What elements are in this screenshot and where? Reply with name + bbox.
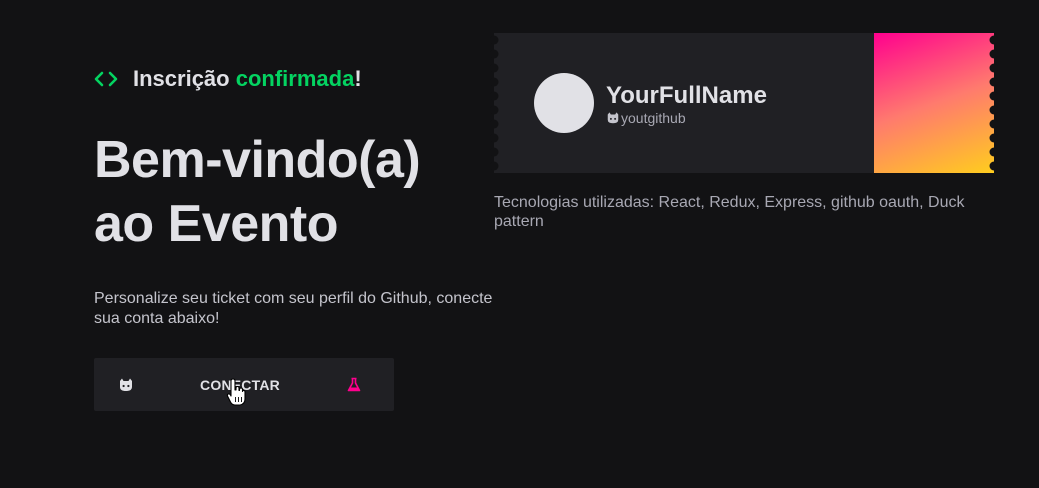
ticket-full-name: YourFullName [606, 82, 767, 109]
ticket: YourFullName youtgithub [489, 33, 999, 173]
flask-icon [346, 377, 362, 393]
ticket-username: youtgithub [606, 110, 686, 126]
status-prefix: Inscrição [133, 66, 230, 91]
ticket-stub [874, 33, 994, 173]
github-icon [606, 111, 620, 125]
registration-status: Inscrição confirmada! [94, 66, 362, 92]
technologies-text: Tecnologias utilizadas: React, Redux, Ex… [494, 194, 965, 230]
page-title-line2: ao Evento [94, 195, 339, 253]
ticket-username-text: youtgithub [621, 110, 686, 126]
page: Inscrição confirmada! Bem-vindo(a) ao Ev… [0, 0, 1039, 488]
ticket-body: YourFullName youtgithub [494, 33, 874, 173]
ticket-perforation-right [989, 35, 999, 171]
connect-button[interactable]: CONECTAR [94, 358, 394, 411]
code-icon [94, 67, 118, 91]
status-suffix: ! [354, 66, 362, 91]
page-title: Bem-vindo(a) ao Evento [94, 128, 421, 256]
status-text: Inscrição confirmada! [133, 66, 362, 92]
status-highlight: confirmada [235, 66, 355, 91]
github-icon [118, 377, 134, 393]
ticket-perforation-left [489, 35, 499, 171]
description: Personalize seu ticket com seu perfil do… [94, 290, 493, 327]
connect-button-label: CONECTAR [200, 376, 280, 393]
avatar [534, 73, 594, 133]
page-title-line1: Bem-vindo(a) [94, 131, 421, 189]
